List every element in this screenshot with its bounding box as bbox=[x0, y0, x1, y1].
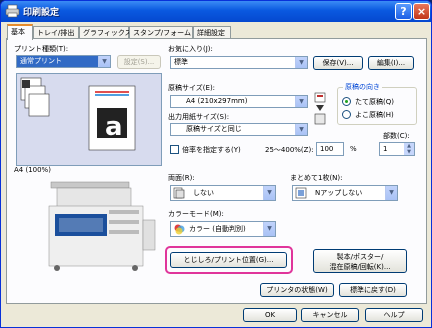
scale-value: 100 bbox=[320, 145, 334, 153]
favorites-save-button[interactable]: 保存(V)... bbox=[313, 56, 363, 70]
output-size-value: 原稿サイズと同じ bbox=[186, 125, 242, 133]
color-mode-label: カラーモード(M): bbox=[168, 210, 224, 218]
window-title: 印刷設定 bbox=[23, 8, 60, 18]
chevron-down-icon: ▼ bbox=[263, 222, 275, 236]
page-preview: a bbox=[16, 73, 162, 166]
duplex-value: しない bbox=[193, 189, 214, 197]
ok-button[interactable]: OK bbox=[243, 308, 297, 322]
chevron-down-icon: ▼ bbox=[295, 57, 307, 68]
favorites-select[interactable]: 標準 ▼ bbox=[170, 56, 308, 69]
close-button[interactable]: × bbox=[413, 3, 430, 20]
copies-label: 部数(C): bbox=[383, 132, 410, 140]
print-type-label: プリント種類(T): bbox=[14, 45, 69, 53]
paper-size-arrow-icon bbox=[314, 92, 326, 125]
landscape-label: よこ原稿(H) bbox=[355, 111, 394, 119]
booklet-line1: 製本/ポスター/ bbox=[336, 253, 384, 261]
color-mode-icon bbox=[174, 224, 185, 235]
printer-icon bbox=[5, 4, 20, 18]
binding-position-button[interactable]: とじしろ/プリント位置(G)... bbox=[170, 252, 287, 268]
tab-basic[interactable]: 基本 bbox=[7, 24, 33, 40]
output-size-label: 出力用紙サイズ(S): bbox=[168, 113, 230, 121]
landscape-radio[interactable] bbox=[342, 110, 351, 119]
print-type-select[interactable]: 通常プリント ▼ bbox=[16, 55, 111, 68]
portrait-radio[interactable] bbox=[342, 97, 351, 106]
print-type-value: 通常プリント bbox=[20, 57, 62, 65]
original-size-select[interactable]: A4 (210x297mm) ▼ bbox=[170, 95, 308, 108]
favorites-value: 標準 bbox=[174, 58, 188, 66]
help-button[interactable]: ヘルプ bbox=[365, 308, 423, 322]
stepper-down-icon[interactable]: ▼ bbox=[404, 149, 414, 155]
cancel-button[interactable]: キャンセル bbox=[301, 308, 359, 322]
chevron-down-icon: ▼ bbox=[295, 96, 307, 107]
nup-label: まとめて1枚(N): bbox=[290, 174, 343, 182]
copies-stepper[interactable]: 1 ▲ ▼ bbox=[379, 142, 415, 156]
nup-icon bbox=[295, 187, 307, 199]
printer-illustration bbox=[48, 181, 156, 271]
nup-value: Nアップしない bbox=[315, 189, 363, 197]
title-bar[interactable]: 印刷設定 ? × bbox=[1, 1, 431, 22]
scale-input[interactable]: 100 bbox=[316, 142, 344, 156]
nup-select[interactable]: Nアップしない ▼ bbox=[292, 185, 398, 201]
booklet-poster-button[interactable]: 製本/ポスター/ 混在原稿/回転(K)... bbox=[313, 249, 407, 273]
preview-caption: A4 (100%) bbox=[14, 166, 51, 174]
scale-checkbox-label: 倍率を指定する(Y) bbox=[182, 146, 241, 154]
duplex-label: 両面(R): bbox=[168, 174, 195, 182]
original-size-label: 原稿サイズ(E): bbox=[168, 84, 216, 92]
original-size-value: A4 (210x297mm) bbox=[186, 97, 248, 105]
restore-defaults-button[interactable]: 標準に戻す(D) bbox=[339, 283, 407, 297]
duplex-icon bbox=[173, 187, 185, 199]
chevron-down-icon: ▼ bbox=[263, 186, 275, 200]
chevron-down-icon: ▼ bbox=[385, 186, 397, 200]
print-type-settings-button[interactable]: 設定(S)... bbox=[117, 55, 161, 69]
booklet-line2: 混在原稿/回転(K)... bbox=[329, 263, 391, 271]
scale-unit: % bbox=[350, 145, 357, 153]
chevron-down-icon: ▼ bbox=[295, 124, 307, 135]
basic-panel: プリント種類(T): 通常プリント ▼ 設定(S)... a A4 (100%)… bbox=[6, 38, 427, 304]
color-mode-value: カラー (自動判別) bbox=[189, 225, 246, 233]
scale-range-label: 25〜400%(Z): bbox=[265, 146, 314, 154]
orientation-title: 原稿の向き bbox=[343, 82, 382, 92]
preview-graphic bbox=[17, 74, 161, 165]
duplex-select[interactable]: しない ▼ bbox=[170, 185, 276, 201]
output-size-select[interactable]: 原稿サイズと同じ ▼ bbox=[170, 123, 308, 136]
help-title-button[interactable]: ? bbox=[395, 3, 412, 20]
chevron-down-icon: ▼ bbox=[98, 56, 110, 67]
color-mode-select[interactable]: カラー (自動判別) ▼ bbox=[170, 221, 276, 237]
preview-letter: a bbox=[105, 112, 123, 142]
favorites-label: お気に入り(J): bbox=[168, 45, 213, 53]
scale-checkbox[interactable] bbox=[170, 145, 179, 154]
favorites-edit-button[interactable]: 編集(I)... bbox=[368, 56, 414, 70]
portrait-label: たて原稿(Q) bbox=[355, 98, 394, 106]
print-settings-dialog: 印刷設定 ? × 基本 トレイ/排出 グラフィックス スタンプ/フォーム 詳細設… bbox=[0, 0, 432, 328]
printer-status-button[interactable]: プリンタの状態(W) bbox=[260, 283, 334, 297]
copies-value: 1 bbox=[383, 145, 388, 153]
